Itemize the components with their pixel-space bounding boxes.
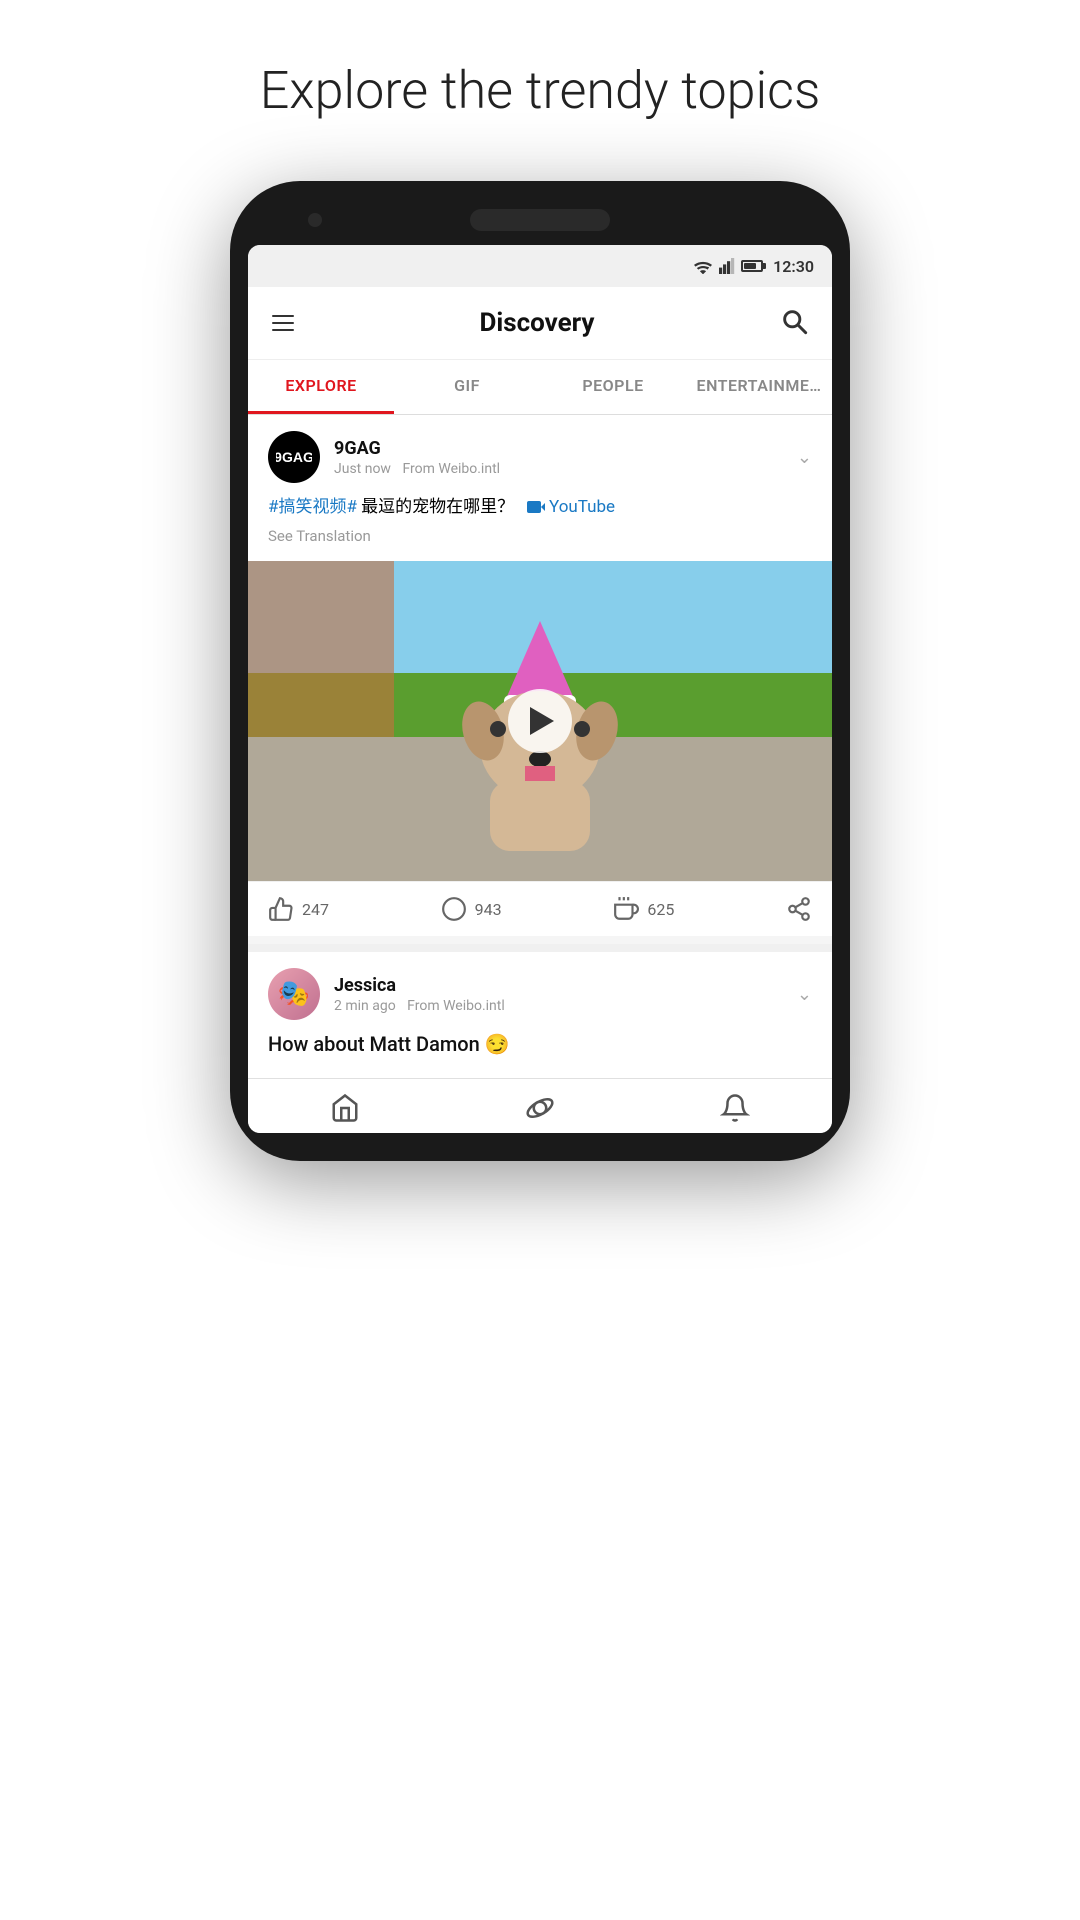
search-button[interactable] xyxy=(776,303,812,343)
username: 9GAG xyxy=(334,438,797,459)
thumbs-up-icon xyxy=(268,896,294,922)
comment-count: 943 xyxy=(475,900,502,919)
post-time-2: 2 min ago xyxy=(334,998,396,1014)
share-button[interactable] xyxy=(786,896,812,922)
post-time: Just now xyxy=(334,461,391,477)
nav-notifications[interactable] xyxy=(637,1093,832,1123)
post-source-2: From Weibo.intl xyxy=(407,998,505,1014)
post-header-2: 🎭 Jessica 2 min ago From Weibo.intl ⌄ xyxy=(248,952,832,1032)
status-time: 12:30 xyxy=(773,257,814,276)
chevron-down-icon[interactable]: ⌄ xyxy=(797,447,812,468)
home-icon xyxy=(330,1093,360,1123)
post-header: 9GAG 9GAG Just now From Weibo.intl ⌄ xyxy=(248,415,832,495)
comment-button[interactable]: 943 xyxy=(441,896,614,922)
like-button[interactable]: 247 xyxy=(268,896,441,922)
bell-icon xyxy=(720,1093,750,1123)
post-card-2: 🎭 Jessica 2 min ago From Weibo.intl ⌄ Ho… xyxy=(248,952,832,1070)
like-count: 247 xyxy=(302,900,329,919)
youtube-link[interactable]: YouTube xyxy=(549,497,615,517)
status-icons: 12:30 xyxy=(693,257,814,276)
discovery-icon xyxy=(525,1093,555,1123)
signal-icon xyxy=(719,258,735,274)
avatar: 9GAG xyxy=(268,431,320,483)
app-header: Discovery xyxy=(248,287,832,360)
battery-icon xyxy=(741,260,763,272)
play-button[interactable] xyxy=(508,689,572,753)
video-icon xyxy=(527,501,545,515)
post-meta: Just now From Weibo.intl xyxy=(334,461,797,477)
bottom-nav xyxy=(248,1078,832,1133)
hashtag-text[interactable]: #搞笑视频# xyxy=(268,497,357,517)
comment-icon xyxy=(441,896,467,922)
post-content: #搞笑视频# 最逗的宠物在哪里？ YouTube See Translation xyxy=(248,495,832,561)
phone-frame: 12:30 Discovery EXPLORE GIF PEOPLE E xyxy=(230,181,850,1161)
user-info: 9GAG Just now From Weibo.intl xyxy=(334,438,797,477)
tab-people[interactable]: PEOPLE xyxy=(540,360,686,414)
nav-discovery[interactable] xyxy=(443,1093,638,1123)
username-2: Jessica xyxy=(334,975,797,996)
page-title: Explore the trendy topics xyxy=(260,60,821,121)
wifi-icon xyxy=(693,258,713,274)
content-area: 9GAG 9GAG Just now From Weibo.intl ⌄ #搞笑… xyxy=(248,415,832,1070)
post-text: 最逗的宠物在哪里？ xyxy=(361,497,514,517)
phone-top-decoration xyxy=(248,209,832,231)
app-title: Discovery xyxy=(298,308,776,338)
post-meta-2: 2 min ago From Weibo.intl xyxy=(334,998,797,1014)
nav-home[interactable] xyxy=(248,1093,443,1123)
tab-explore[interactable]: EXPLORE xyxy=(248,360,394,414)
repost-count: 625 xyxy=(647,900,674,919)
repost-icon xyxy=(613,896,639,922)
9gag-logo-icon: 9GAG xyxy=(276,439,312,475)
repost-button[interactable]: 625 xyxy=(613,896,786,922)
menu-button[interactable] xyxy=(268,311,298,335)
divider xyxy=(248,944,832,952)
share-icon xyxy=(786,896,812,922)
user-info-2: Jessica 2 min ago From Weibo.intl xyxy=(334,975,797,1014)
see-translation[interactable]: See Translation xyxy=(268,525,812,548)
post-card: 9GAG 9GAG Just now From Weibo.intl ⌄ #搞笑… xyxy=(248,415,832,936)
tab-gif[interactable]: GIF xyxy=(394,360,540,414)
chevron-down-icon-2[interactable]: ⌄ xyxy=(797,984,812,1005)
avatar-jessica: 🎭 xyxy=(268,968,320,1020)
tab-bar: EXPLORE GIF PEOPLE ENTERTAINME… xyxy=(248,360,832,415)
status-bar: 12:30 xyxy=(248,245,832,287)
post-actions: 247 943 xyxy=(248,881,832,936)
play-triangle-icon xyxy=(530,707,554,735)
post-image[interactable] xyxy=(248,561,832,881)
phone-camera xyxy=(308,213,322,227)
post-source: From Weibo.intl xyxy=(402,461,500,477)
phone-speaker xyxy=(470,209,610,231)
second-post-content: How about Matt Damon 😏 xyxy=(248,1032,832,1070)
phone-screen: 12:30 Discovery EXPLORE GIF PEOPLE E xyxy=(248,245,832,1133)
tab-entertainment[interactable]: ENTERTAINME… xyxy=(686,360,832,414)
svg-text:9GAG: 9GAG xyxy=(276,449,312,465)
